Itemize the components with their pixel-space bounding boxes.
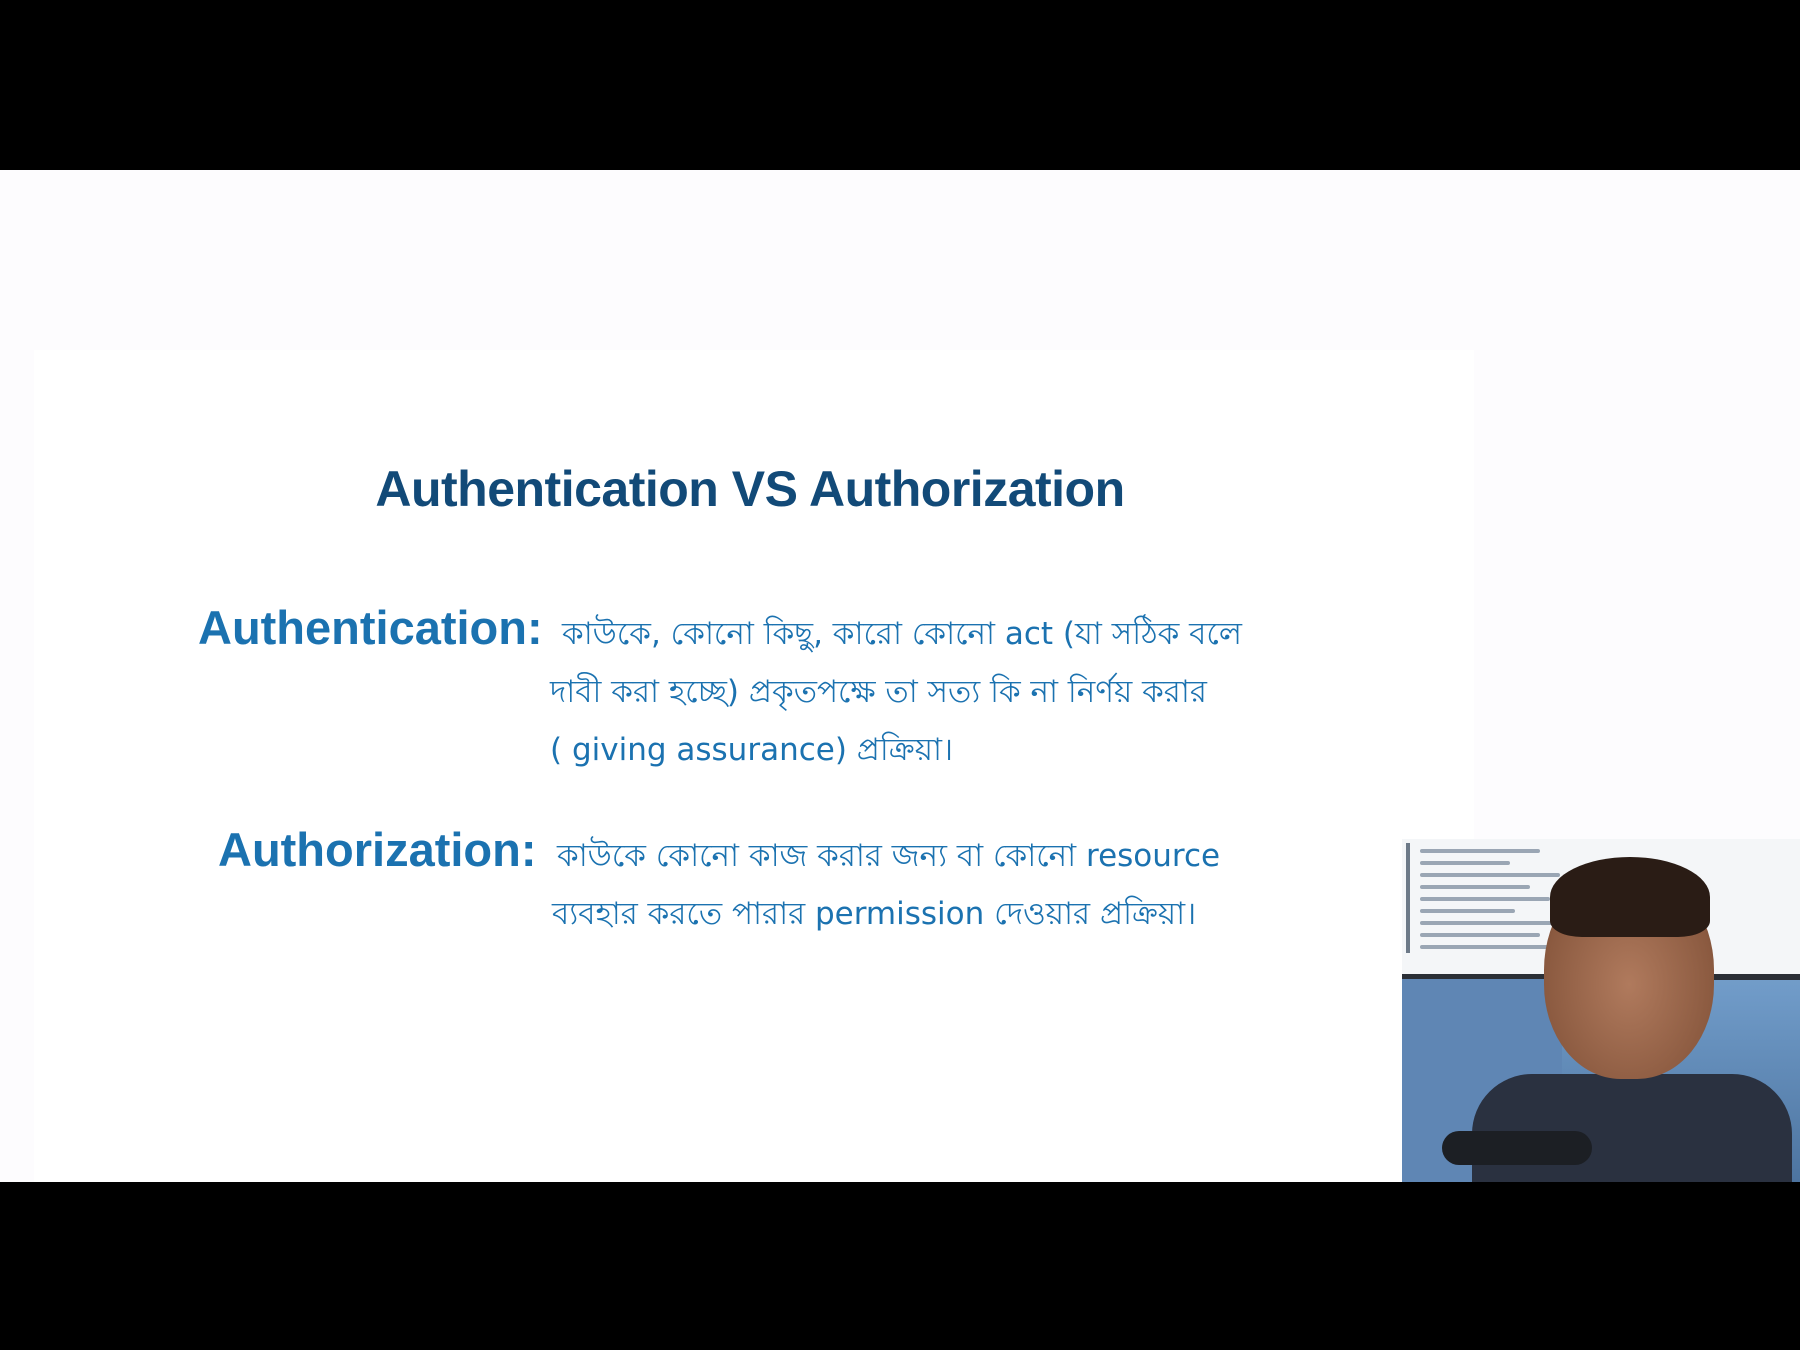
presenter-hair [1550, 857, 1710, 937]
authorization-definition-line-1: কাউকে কোনো কাজ করার জন্য বা কোনো resourc… [557, 838, 1221, 874]
microphone [1442, 1131, 1592, 1165]
presenter-body [1472, 1074, 1792, 1182]
authentication-definition-line-1: কাউকে, কোনো কিছু, কারো কোনো act (যা সঠিক… [562, 616, 1242, 652]
authorization-definition-line-2: ব্যবহার করতে পারার permission দেওয়ার প্… [552, 896, 1197, 932]
letterbox-bottom [0, 1182, 1800, 1350]
authentication-definition-line-3: ( giving assurance) প্রক্রিয়া। [550, 732, 954, 768]
term-authentication: Authentication: [198, 601, 543, 654]
letterbox-top [0, 0, 1800, 170]
authentication-definition-line-2: দাবী করা হচ্ছে) প্রকৃতপক্ষে তা সত্য কি ন… [550, 674, 1207, 710]
slide-title: Authentication VS Authorization [375, 461, 1125, 517]
term-authorization: Authorization: [218, 823, 537, 876]
webcam-overlay [1402, 839, 1800, 1182]
